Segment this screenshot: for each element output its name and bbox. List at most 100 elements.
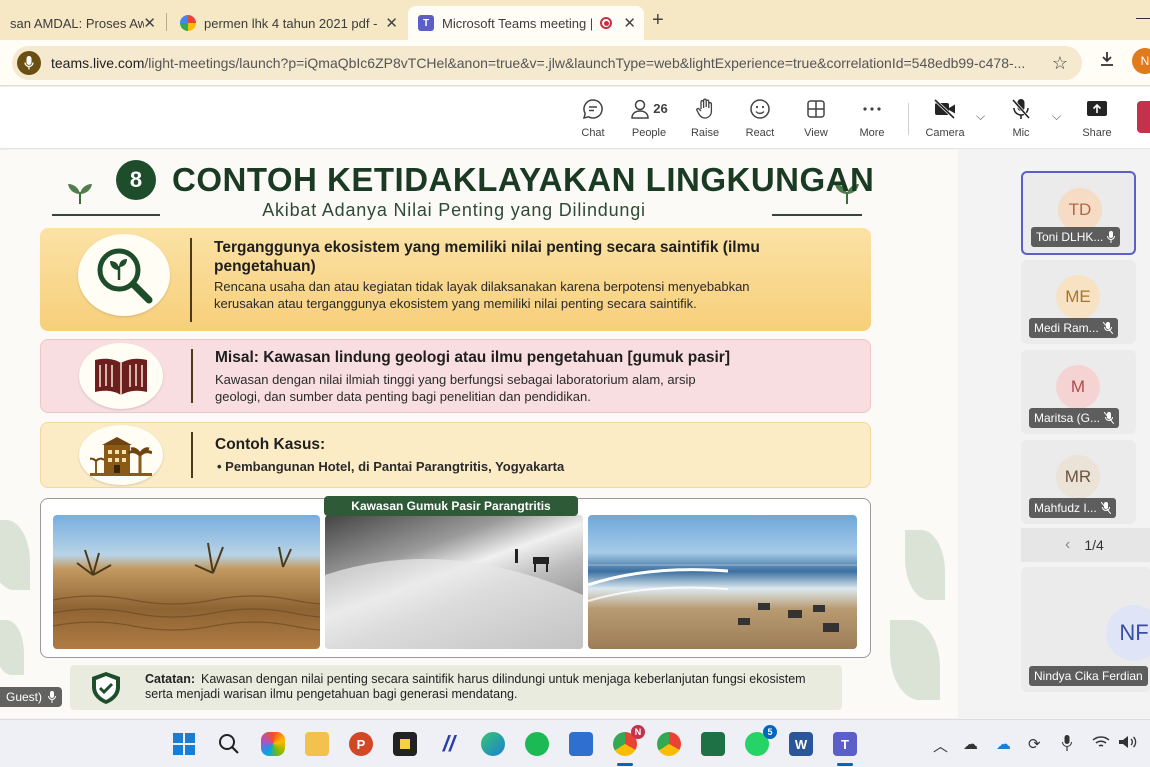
camera-button[interactable]: Camera bbox=[917, 97, 973, 139]
panel-divider bbox=[191, 349, 193, 403]
panel-body: Rencana usaha dan atau kegiatan tidak la… bbox=[214, 279, 750, 311]
chevron-up-icon[interactable]: ︿ bbox=[933, 735, 948, 756]
word-icon[interactable]: W bbox=[789, 732, 813, 756]
bookmark-star-icon[interactable]: ☆ bbox=[1052, 53, 1068, 74]
teams-icon: T bbox=[418, 15, 434, 31]
more-button[interactable]: More bbox=[844, 97, 900, 139]
chat-button[interactable]: Chat bbox=[565, 97, 621, 139]
gallery-pager: ‹ 1/4 bbox=[1021, 528, 1150, 562]
spotify-icon[interactable] bbox=[525, 732, 549, 756]
file-explorer-icon[interactable] bbox=[305, 732, 329, 756]
browser-tab-permen[interactable]: permen lhk 4 tahun 2021 pdf - ✕ bbox=[170, 6, 406, 40]
hotel-palm-icon bbox=[79, 425, 163, 485]
tab-title: permen lhk 4 tahun 2021 pdf - bbox=[204, 15, 378, 31]
participant-gallery: TD Toni DLHK... ME Medi Ram... M Maritsa… bbox=[958, 150, 1150, 718]
whatsapp-icon[interactable]: 5 bbox=[745, 725, 777, 756]
camera-options-chevron-icon[interactable]: ⌵ bbox=[976, 109, 985, 124]
volume-icon[interactable] bbox=[1118, 735, 1138, 753]
shield-check-icon bbox=[92, 672, 120, 704]
leaf-decoration bbox=[0, 620, 24, 675]
chat-label: Chat bbox=[581, 127, 605, 139]
participant-name-tag: Medi Ram... bbox=[1029, 318, 1118, 338]
chat-icon bbox=[565, 97, 621, 121]
search-icon[interactable] bbox=[217, 732, 241, 756]
raise-label: Raise bbox=[690, 127, 720, 139]
tab-close-icon[interactable]: ✕ bbox=[623, 14, 636, 32]
browser-tab-amdal[interactable]: san AMDAL: Proses Awal ✕ bbox=[0, 6, 164, 40]
start-icon[interactable] bbox=[172, 732, 196, 756]
react-button[interactable]: React bbox=[732, 97, 788, 139]
sync-icon[interactable]: ⟳ bbox=[1028, 735, 1041, 753]
new-tab-button[interactable]: + bbox=[652, 9, 664, 32]
chrome-profile-badge: N bbox=[631, 725, 645, 739]
camera-label: Camera bbox=[925, 127, 965, 139]
notepad-icon[interactable] bbox=[569, 732, 593, 756]
browser-tab-teams[interactable]: T Microsoft Teams meeting | M ✕ bbox=[408, 6, 644, 40]
leaf-decoration bbox=[890, 620, 940, 700]
address-bar[interactable]: teams.live.com/light-meetings/launch?p=i… bbox=[12, 46, 1082, 80]
raise-hand-button[interactable]: Raise bbox=[677, 97, 733, 139]
chrome-icon[interactable]: N bbox=[613, 725, 645, 756]
panel-geology: Misal: Kawasan lindung geologi atau ilmu… bbox=[40, 339, 871, 413]
running-indicator bbox=[617, 763, 633, 766]
view-button[interactable]: View bbox=[788, 97, 844, 139]
share-button[interactable]: Share bbox=[1069, 97, 1125, 139]
avatar: TD bbox=[1058, 188, 1102, 232]
mic-icon bbox=[1107, 231, 1116, 243]
slide-title: CONTOH KETIDAKLAYAKAN LINGKUNGAN bbox=[172, 161, 875, 198]
onedrive-icon[interactable]: ☁ bbox=[996, 735, 1011, 753]
wifi-icon[interactable] bbox=[1092, 735, 1110, 753]
leave-button[interactable] bbox=[1137, 101, 1150, 133]
more-dots-icon bbox=[844, 97, 900, 121]
slide-number-badge: 8 bbox=[116, 160, 156, 200]
chevron-left-icon[interactable]: ‹ bbox=[1065, 536, 1070, 554]
participant-tile[interactable]: TD Toni DLHK... bbox=[1021, 171, 1136, 255]
tab-close-icon[interactable]: ✕ bbox=[143, 14, 156, 32]
smiley-icon bbox=[732, 97, 788, 121]
chrome-icon[interactable] bbox=[657, 732, 681, 756]
participant-tile[interactable]: ME Medi Ram... bbox=[1021, 260, 1136, 344]
panel-ecosystem: Terganggunya ekosistem yang memiliki nil… bbox=[40, 228, 871, 331]
tab-title: san AMDAL: Proses Awal bbox=[10, 15, 144, 31]
mic-muted-icon bbox=[1102, 322, 1113, 334]
participant-tile[interactable]: M Maritsa (G... bbox=[1021, 350, 1136, 434]
panel-title: Contoh Kasus: bbox=[215, 436, 326, 453]
download-icon[interactable] bbox=[1098, 50, 1116, 73]
excel-icon[interactable] bbox=[701, 732, 725, 756]
photo-parangtritis-beach bbox=[588, 515, 857, 649]
recording-icon bbox=[600, 17, 612, 29]
copilot-icon[interactable] bbox=[261, 732, 285, 756]
react-label: React bbox=[745, 127, 775, 139]
powerpoint-icon[interactable]: P bbox=[349, 732, 373, 756]
teams-icon[interactable]: T bbox=[833, 732, 857, 756]
self-video-tag: Guest) bbox=[0, 687, 63, 707]
mic-options-chevron-icon[interactable]: ⌵ bbox=[1052, 109, 1061, 124]
microphone-tray-icon[interactable] bbox=[1062, 735, 1072, 755]
share-icon bbox=[1069, 97, 1125, 121]
spotlight-participant-tile[interactable]: NF Nindya Cika Ferdian bbox=[1021, 567, 1150, 692]
self-name: Guest) bbox=[6, 690, 43, 704]
case-bullet: • Pembangunan Hotel, di Pantai Parangtri… bbox=[217, 459, 565, 474]
mic-permission-icon[interactable] bbox=[17, 51, 41, 75]
tab-close-icon[interactable]: ✕ bbox=[385, 14, 398, 32]
url-text: teams.live.com/light-meetings/launch?p=i… bbox=[51, 55, 1026, 71]
whatsapp-badge: 5 bbox=[763, 725, 777, 739]
participant-name-tag: Nindya Cika Ferdian bbox=[1029, 666, 1148, 686]
sticky-notes-icon[interactable] bbox=[393, 732, 417, 756]
panel-title: Terganggunya ekosistem yang memiliki nil… bbox=[214, 239, 760, 275]
note-text: Catatan: Kawasan dengan nilai penting sec… bbox=[145, 672, 806, 701]
shared-screen-stage: 8 CONTOH KETIDAKLAYAKAN LINGKUNGAN Akiba… bbox=[0, 150, 958, 718]
participant-name-tag: Mahfudz I... bbox=[1029, 498, 1116, 518]
minimize-icon[interactable] bbox=[1136, 18, 1150, 19]
avatar: M bbox=[1056, 365, 1100, 409]
edge-icon[interactable] bbox=[481, 732, 505, 756]
cloud-off-icon[interactable]: ☁ bbox=[963, 735, 978, 753]
participant-tile[interactable]: MR Mahfudz I... bbox=[1021, 440, 1136, 524]
participant-name-tag: Maritsa (G... bbox=[1029, 408, 1120, 428]
mic-button[interactable]: Mic bbox=[993, 97, 1049, 139]
people-button[interactable]: 26 People bbox=[621, 97, 677, 139]
pager-text: 1/4 bbox=[1084, 537, 1104, 553]
mic-label: Mic bbox=[1012, 127, 1030, 139]
notes-app-icon[interactable]: // bbox=[437, 731, 461, 756]
tab-separator bbox=[166, 13, 167, 31]
